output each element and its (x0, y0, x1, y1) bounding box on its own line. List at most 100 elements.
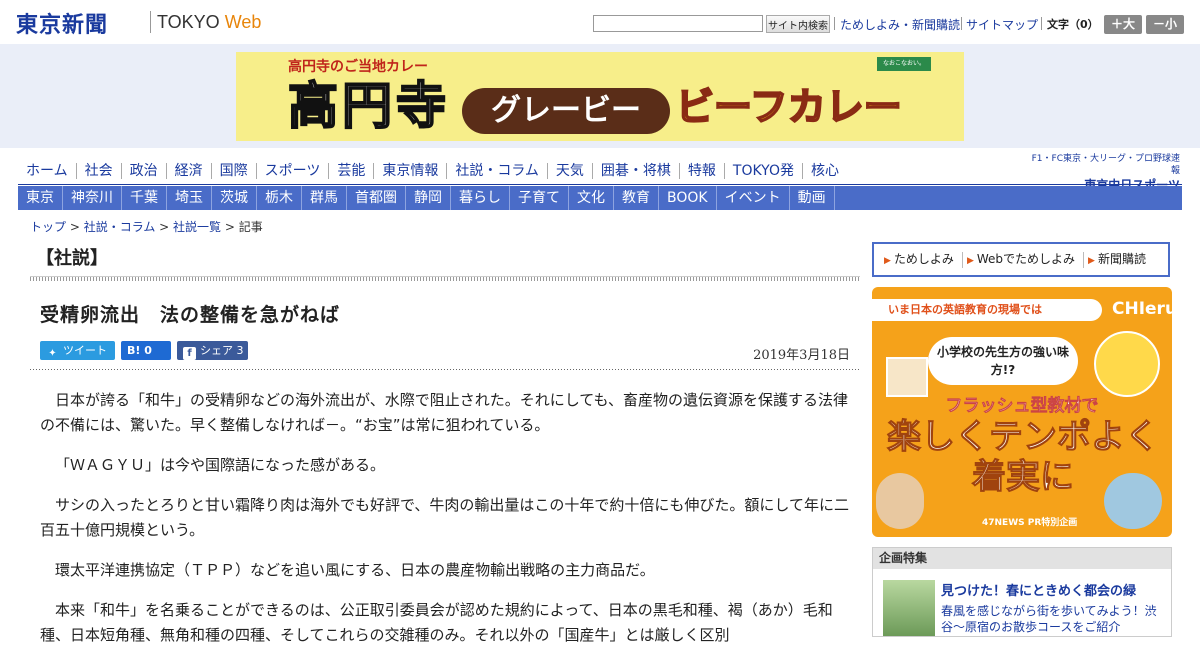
nav-economy[interactable]: 経済 (165, 163, 211, 179)
ad-footer: 47NEWS PR特別企画 (982, 518, 1078, 528)
subscription-buttons: ▶ ためしよみ ▶ Webでためしよみ ▶ 新聞購読 (872, 242, 1170, 277)
tweet-label: ツイート (63, 344, 107, 357)
tweet-button[interactable]: ✦ ツイート (40, 341, 115, 360)
hatena-bookmark-button[interactable]: B! 0 (121, 341, 171, 360)
ad-speech-bubble: 小学校の先生方の強い味方!? (928, 337, 1078, 385)
search-input[interactable] (593, 15, 763, 32)
twitter-icon: ✦ (48, 348, 57, 359)
breadcrumb-editorial-list[interactable]: 社説一覧 (173, 220, 221, 234)
nav-video[interactable]: 動画 (790, 186, 835, 210)
ad-badge: なおこなおい。 (877, 57, 931, 71)
feature-thumbnail[interactable] (883, 580, 935, 636)
logo-tokyo: TOKYO (157, 12, 220, 32)
breadcrumb-top[interactable]: トップ (30, 220, 66, 234)
share-count: 3 (236, 344, 244, 357)
nav-sports[interactable]: スポーツ (255, 163, 329, 179)
nav-tokyo[interactable]: 東京 (18, 186, 63, 210)
nav-society[interactable]: 社会 (75, 163, 121, 179)
nav-parenting[interactable]: 子育て (510, 186, 569, 210)
header-divider (961, 17, 962, 30)
nav-world[interactable]: 国際 (210, 163, 256, 179)
nav-culture[interactable]: 文化 (569, 186, 614, 210)
logo-divider (150, 11, 151, 33)
article-paragraph: 日本が誇る「和牛」の受精卵などの海外流出が、水際で阻止された。それにしても、畜産… (40, 391, 849, 434)
sitemap-link[interactable]: サイトマップ (966, 16, 1038, 33)
nav-education[interactable]: 教育 (614, 186, 659, 210)
breadcrumb-current: 記事 (238, 220, 263, 234)
ad-brand: CHIeru (1112, 299, 1172, 319)
arrow-right-icon: ▶ (884, 255, 891, 266)
nav-tochigi[interactable]: 栃木 (257, 186, 302, 210)
subscribe-button[interactable]: ▶ 新聞購読 (1083, 251, 1154, 268)
article-body: 日本が誇る「和牛」の受精卵などの海外流出が、水際で阻止された。それにしても、畜産… (40, 388, 850, 663)
site-search-button[interactable]: サイト内検索 (766, 15, 830, 33)
ad-flash-text: フラッシュ型教材で (945, 396, 1099, 417)
web-trial-label: Webでためしよみ (976, 251, 1076, 266)
ad-headline-koenji: 高円寺 (287, 77, 450, 135)
header-divider (1041, 17, 1042, 30)
primary-nav: ホーム 社会 政治 経済 国際 スポーツ 芸能 東京情報 社説・コラム 天気 囲… (18, 158, 847, 184)
nav-special[interactable]: 特報 (678, 163, 724, 179)
nav-chiba[interactable]: 千葉 (122, 186, 167, 210)
nav-kanagawa[interactable]: 神奈川 (63, 186, 122, 210)
nav-go-shogi[interactable]: 囲碁・将棋 (591, 163, 679, 179)
nav-politics[interactable]: 政治 (120, 163, 166, 179)
article-divider (30, 369, 860, 370)
nav-shizuoka[interactable]: 静岡 (406, 186, 451, 210)
feature-description-link[interactable]: 春風を感じながら街を歩いてみよう！渋谷～原宿のお散歩コースをご紹介 (941, 603, 1167, 635)
nav-core[interactable]: 核心 (801, 163, 847, 179)
breadcrumb-sep: > (155, 220, 174, 234)
logo-web: Web (224, 12, 262, 32)
section-title: 【社説】 (36, 248, 108, 269)
hatena-count: 0 (144, 344, 152, 357)
breadcrumb-editorial[interactable]: 社説・コラム (84, 220, 156, 234)
site-logo[interactable]: 東京新聞 (16, 7, 108, 39)
nav-living[interactable]: 暮らし (451, 186, 510, 210)
sidebar-ad[interactable]: いま日本の英語教育の現場では CHIeru 小学校の先生方の強い味方!? フラッ… (872, 287, 1172, 537)
subscribe-link[interactable]: ためしよみ・新聞購読 (840, 16, 960, 33)
site-header: 東京新聞 TOKYO Web サイト内検索 ためしよみ・新聞購読 サイトマップ … (0, 0, 1200, 44)
ad-photo (876, 473, 924, 529)
ad-subtitle: 高円寺のご当地カレー (288, 59, 428, 75)
ad-photo (1094, 331, 1160, 397)
hatena-icon: B! (127, 344, 141, 357)
facebook-share-button[interactable]: f シェア 3 (177, 341, 248, 360)
web-trial-button[interactable]: ▶ Webでためしよみ (961, 251, 1083, 268)
article-paragraph: 本来「和牛」を名乗ることができるのは、公正取引委員会が認めた規約によって、日本の… (40, 601, 833, 644)
banner-ad[interactable]: 高円寺のご当地カレー なおこなおい。 高円寺 グレービー ビーフカレー (236, 52, 964, 141)
nav-tokyo-info[interactable]: 東京情報 (373, 163, 446, 179)
nav-shutoken[interactable]: 首都圏 (347, 186, 406, 210)
subscribe-label: 新聞購読 (1097, 251, 1146, 266)
article-date: 2019年3月18日 (753, 348, 850, 363)
secondary-nav: 東京 神奈川 千葉 埼玉 茨城 栃木 群馬 首都圏 静岡 暮らし 子育て 文化 … (18, 186, 1182, 210)
breadcrumb-sep: > (66, 220, 84, 234)
trial-reading-label: ためしよみ (893, 251, 954, 266)
section-divider (30, 276, 860, 281)
feature-box: 企画特集 見つけた！春にときめく都会の緑 春風を感じながら街を歩いてみよう！渋谷… (872, 547, 1172, 637)
ad-photo (1104, 473, 1162, 529)
nav-ibaraki[interactable]: 茨城 (212, 186, 257, 210)
font-larger-button[interactable]: ＋大 (1104, 15, 1142, 34)
facebook-icon: f (183, 347, 196, 360)
feature-title-link[interactable]: 見つけた！春にときめく都会の緑 (941, 580, 1136, 599)
header-divider (834, 17, 835, 30)
share-label: シェア (200, 344, 233, 357)
nav-book[interactable]: BOOK (659, 186, 717, 210)
article-paragraph: 「ＷＡＧＹＵ」は今や国際語になった感がある。 (55, 456, 386, 474)
ad-banner-text: いま日本の英語教育の現場では (872, 299, 1102, 321)
nav-saitama[interactable]: 埼玉 (167, 186, 212, 210)
nav-gunma[interactable]: 群馬 (302, 186, 347, 210)
ad-headline-gravy: グレービー (462, 88, 670, 134)
nav-tokyo-hatsu[interactable]: TOKYO発 (723, 163, 802, 179)
trial-reading-button[interactable]: ▶ ためしよみ (880, 252, 962, 268)
nav-editorial[interactable]: 社説・コラム (446, 163, 547, 179)
nav-events[interactable]: イベント (717, 186, 790, 210)
font-size-label: 文字（0） (1047, 18, 1099, 31)
nav-weather[interactable]: 天気 (546, 163, 592, 179)
nav-home[interactable]: ホーム (18, 163, 76, 179)
nav-entertainment[interactable]: 芸能 (328, 163, 373, 179)
nav-divider (18, 184, 1182, 185)
font-smaller-button[interactable]: －小 (1146, 15, 1184, 34)
site-logo-english[interactable]: TOKYO Web (157, 12, 261, 33)
arrow-right-icon: ▶ (966, 255, 974, 266)
